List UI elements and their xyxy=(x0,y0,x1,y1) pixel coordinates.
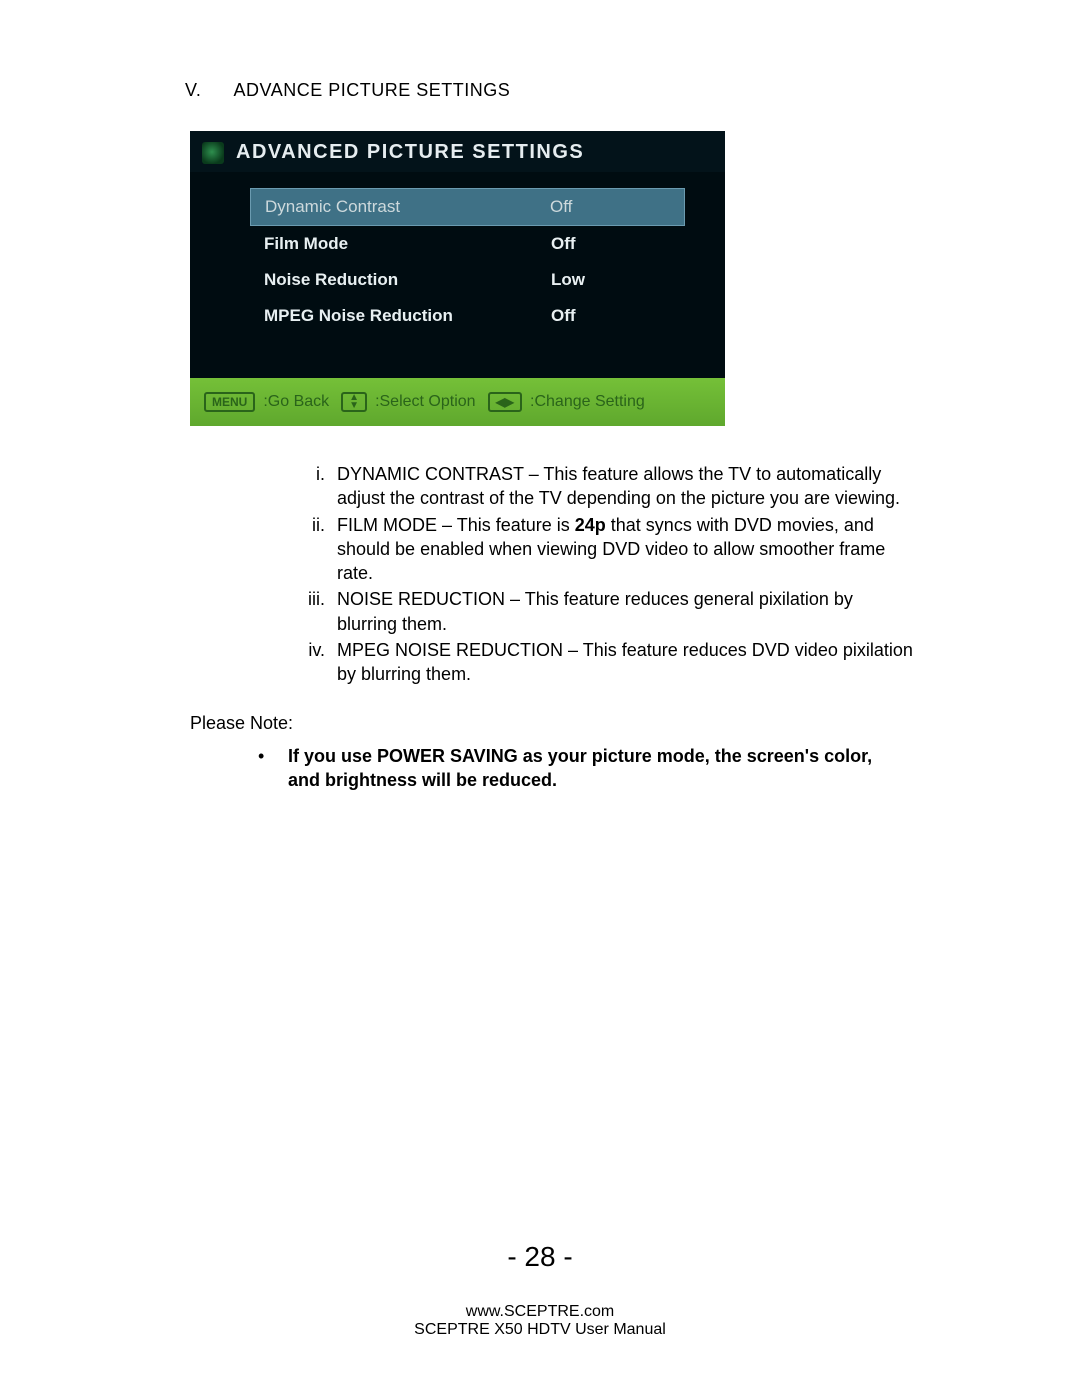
explanation-body: MPEG NOISE REDUCTION – This feature redu… xyxy=(337,638,915,687)
footer-url: www.SCEPTRE.com xyxy=(0,1303,1080,1321)
leftright-key-icon: ◀▶ xyxy=(488,392,522,412)
osd-row-noise-reduction: Noise Reduction Low xyxy=(250,262,685,298)
osd-header: ADVANCED PICTURE SETTINGS xyxy=(190,131,725,172)
updown-key-icon: ▲▼ xyxy=(341,392,367,412)
explanation-body: NOISE REDUCTION – This feature reduces g… xyxy=(337,587,915,636)
osd-row-mpeg-noise-reduction: MPEG Noise Reduction Off xyxy=(250,298,685,334)
explanation-term: MPEG NOISE REDUCTION xyxy=(337,640,563,660)
osd-row-value: Low xyxy=(551,270,671,290)
explanation-item: iv. MPEG NOISE REDUCTION – This feature … xyxy=(295,638,915,687)
explanation-num: ii. xyxy=(295,513,337,586)
note-item: • If you use POWER SAVING as your pictur… xyxy=(258,744,898,793)
explanation-num: i. xyxy=(295,462,337,511)
osd-row-label: Film Mode xyxy=(264,234,551,254)
osd-row-value: Off xyxy=(550,197,670,217)
menu-key-icon: MENU xyxy=(204,392,255,412)
osd-footer-goback: :Go Back xyxy=(263,393,329,411)
osd-row-label: Dynamic Contrast xyxy=(265,197,550,217)
osd-footer: MENU :Go Back ▲▼ :Select Option ◀▶ :Chan… xyxy=(190,378,725,426)
osd-logo-icon xyxy=(202,142,224,164)
osd-row-value: Off xyxy=(551,234,671,254)
page-footer: - 28 - www.SCEPTRE.com SCEPTRE X50 HDTV … xyxy=(0,1241,1080,1339)
osd-screenshot: ADVANCED PICTURE SETTINGS Dynamic Contra… xyxy=(190,131,725,426)
osd-row-label: MPEG Noise Reduction xyxy=(264,306,551,326)
explanation-item: ii. FILM MODE – This feature is 24p that… xyxy=(295,513,915,586)
explanation-term: FILM MODE xyxy=(337,515,437,535)
bullet-icon: • xyxy=(258,744,288,793)
osd-footer-change: :Change Setting xyxy=(530,393,645,411)
section-heading: V. ADVANCE PICTURE SETTINGS xyxy=(185,80,950,101)
osd-row-dynamic-contrast: Dynamic Contrast Off xyxy=(250,188,685,226)
explanation-text-before: – This feature is xyxy=(437,515,575,535)
explanation-item: iii. NOISE REDUCTION – This feature redu… xyxy=(295,587,915,636)
section-number: V. xyxy=(185,80,229,101)
footer-manual-title: SCEPTRE X50 HDTV User Manual xyxy=(0,1321,1080,1339)
osd-row-label: Noise Reduction xyxy=(264,270,551,290)
osd-footer-select: :Select Option xyxy=(375,393,476,411)
osd-title: ADVANCED PICTURE SETTINGS xyxy=(236,141,584,164)
osd-body: Dynamic Contrast Off Film Mode Off Noise… xyxy=(190,172,725,378)
explanation-term: NOISE REDUCTION xyxy=(337,589,505,609)
note-text: If you use POWER SAVING as your picture … xyxy=(288,744,898,793)
explanation-bold: 24p xyxy=(575,515,606,535)
section-title: ADVANCE PICTURE SETTINGS xyxy=(234,80,511,100)
please-note-label: Please Note: xyxy=(190,713,950,734)
explanation-item: i. DYNAMIC CONTRAST – This feature allow… xyxy=(295,462,915,511)
explanation-num: iv. xyxy=(295,638,337,687)
osd-row-value: Off xyxy=(551,306,671,326)
explanation-num: iii. xyxy=(295,587,337,636)
explanation-list: i. DYNAMIC CONTRAST – This feature allow… xyxy=(295,462,915,687)
osd-row-film-mode: Film Mode Off xyxy=(250,226,685,262)
page-number: - 28 - xyxy=(0,1241,1080,1273)
explanation-body: DYNAMIC CONTRAST – This feature allows t… xyxy=(337,462,915,511)
explanation-body: FILM MODE – This feature is 24p that syn… xyxy=(337,513,915,586)
explanation-term: DYNAMIC CONTRAST xyxy=(337,464,524,484)
note-list: • If you use POWER SAVING as your pictur… xyxy=(258,744,898,793)
